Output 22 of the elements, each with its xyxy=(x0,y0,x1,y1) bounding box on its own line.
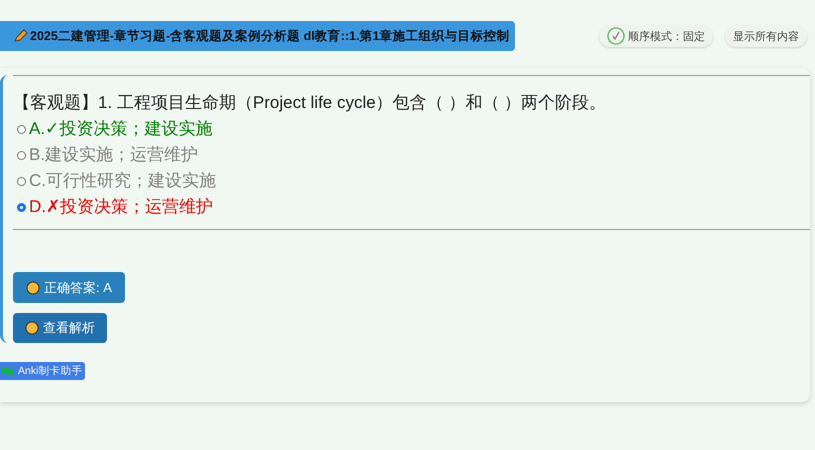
emoji-icon xyxy=(25,321,39,335)
chat-icon xyxy=(0,366,14,376)
anki-badge-text: Anki制卡助手 xyxy=(18,364,82,378)
option-label[interactable]: A.✓投资决策；建设实施 xyxy=(29,116,212,142)
option-label[interactable]: C.可行性研究；建设实施 xyxy=(29,168,216,194)
check-icon xyxy=(607,27,625,45)
option-label[interactable]: B.建设实施；运营维护 xyxy=(29,142,198,168)
pencil-icon xyxy=(14,29,28,43)
question-text: 【客观题】1. 工程项目生命期（Project life cycle）包含（ ）和（ ）两个阶段。 xyxy=(13,92,608,114)
radio-button[interactable] xyxy=(17,176,26,186)
radio-button[interactable] xyxy=(17,124,26,134)
correct-answer-button[interactable]: 正确答案: A xyxy=(13,272,125,303)
order-mode-label: 顺序模式：固定 xyxy=(628,30,705,44)
order-mode-toggle[interactable]: 顺序模式：固定 xyxy=(599,25,713,47)
anki-badge[interactable]: Anki制卡助手 xyxy=(0,362,86,380)
radio-button[interactable] xyxy=(17,150,26,160)
option-label[interactable]: D.✗投资决策；运营维护 xyxy=(29,194,214,220)
radio-button[interactable] xyxy=(17,202,26,212)
view-analysis-button[interactable]: 查看解析 xyxy=(13,313,107,343)
emoji-icon xyxy=(26,280,40,294)
deck-title-text: 2025二建管理-章节习题-含客观题及案例分析题 dl教育::1.第1章施工组织与目标控制 xyxy=(30,28,510,44)
show-all-button[interactable]: 显示所有内容 xyxy=(725,25,807,47)
